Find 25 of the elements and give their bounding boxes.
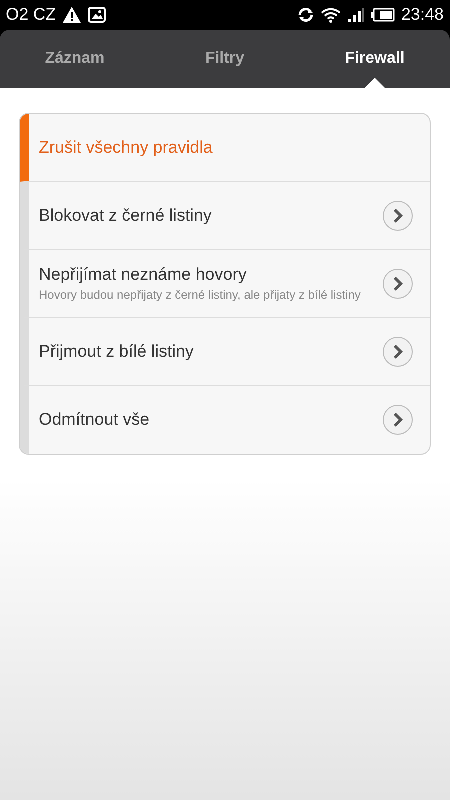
carrier-name: O2 CZ [6, 5, 56, 25]
chevron-icon [382, 336, 414, 368]
chevron-icon [382, 200, 414, 232]
tab[interactable]: Firewall [300, 30, 450, 88]
wifi-icon [321, 7, 342, 23]
tab[interactable]: Záznam [0, 30, 150, 88]
chevron-icon [382, 268, 414, 300]
list-item[interactable]: Nepřijímat neznáme hovory Hovory budou nepřijaty z černé listiny, ale přijaty z bílé listiny [20, 250, 430, 318]
item-title: Nepřijímat neznáme hovory [39, 265, 248, 285]
list-item[interactable]: Odmítnout vše [20, 386, 430, 454]
chevron-icon [382, 404, 414, 436]
list-item[interactable]: Blokovat z černé listiny [20, 182, 430, 250]
image-icon [88, 7, 106, 23]
item-title: Přijmout z bílé listiny [39, 342, 195, 362]
sync-icon [297, 7, 316, 23]
item-subtitle: Hovory budou nepřijaty z černé listiny, ale přijaty z bílé listiny [39, 288, 362, 302]
signal-icon [347, 7, 366, 23]
tab[interactable]: Filtry [150, 30, 300, 88]
item-title: Blokovat z černé listiny [39, 206, 213, 226]
warning-icon [62, 6, 82, 24]
battery-icon [371, 8, 396, 22]
clock-time: 23:48 [401, 5, 444, 25]
item-title: Odmítnout vše [39, 410, 151, 430]
item-title: Zrušit všechny pravidla [39, 138, 214, 158]
list-item[interactable]: Přijmout z bílé listiny [20, 318, 430, 386]
